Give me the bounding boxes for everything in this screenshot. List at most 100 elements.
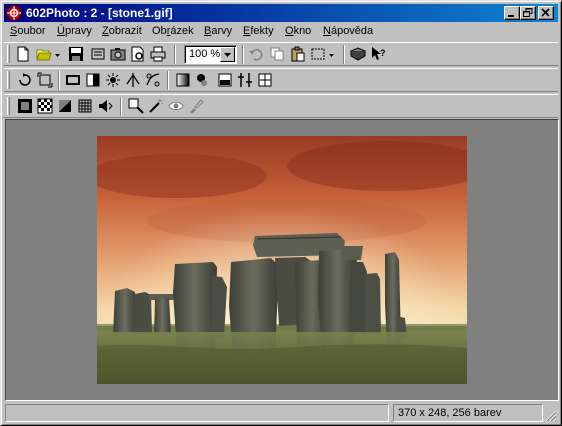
camera-button[interactable] xyxy=(109,46,127,63)
zoom-region-icon xyxy=(128,98,144,114)
zoom-value: 100 % xyxy=(189,48,221,60)
menu-napoveda[interactable]: Nápověda xyxy=(323,25,373,37)
grayscale-button[interactable] xyxy=(174,72,192,89)
red-eye-button[interactable] xyxy=(167,98,185,115)
new-file-icon xyxy=(17,46,29,62)
grid-button[interactable] xyxy=(256,72,274,89)
grid-icon xyxy=(258,73,272,87)
close-button[interactable] xyxy=(538,6,554,20)
copy-button[interactable] xyxy=(268,46,286,63)
image-canvas[interactable] xyxy=(97,136,467,384)
print-preview-icon xyxy=(131,46,144,62)
paste-icon xyxy=(291,46,305,62)
chevron-down-icon xyxy=(224,53,231,57)
image-workspace[interactable] xyxy=(5,119,559,401)
toolbar-grip[interactable] xyxy=(7,97,10,115)
help-cursor-icon: ? xyxy=(372,47,386,60)
texture-grid-icon xyxy=(78,99,92,113)
menu-okno[interactable]: Okno xyxy=(285,25,311,37)
resize-icon xyxy=(37,72,53,88)
select-rect-button[interactable] xyxy=(309,46,327,63)
minimize-button[interactable] xyxy=(504,6,520,20)
menu-upravy[interactable]: Úpravy xyxy=(57,25,92,37)
texture-button[interactable] xyxy=(76,98,94,115)
filmstrip-button[interactable] xyxy=(64,72,82,89)
toolbar-grip[interactable] xyxy=(7,45,10,63)
open-folder-icon xyxy=(36,49,52,61)
color-balance-icon xyxy=(197,74,207,86)
menu-barvy[interactable]: Barvy xyxy=(204,25,232,37)
menu-zobrazit[interactable]: Zobrazit xyxy=(102,25,142,37)
adjust-button[interactable] xyxy=(236,72,254,89)
zoom-select-button[interactable] xyxy=(127,98,145,115)
scan-button[interactable] xyxy=(89,46,107,63)
color-balance-button[interactable] xyxy=(194,72,212,89)
print-preview-button[interactable] xyxy=(129,46,147,63)
contrast-button[interactable] xyxy=(84,72,102,89)
toolbar-separator xyxy=(242,45,244,64)
emboss-button[interactable] xyxy=(56,98,74,115)
menu-label: oubor xyxy=(17,25,46,37)
save-button[interactable] xyxy=(67,46,85,63)
zoom-dropdown-button[interactable] xyxy=(220,47,235,62)
frame-button[interactable] xyxy=(16,98,34,115)
restore-icon xyxy=(523,8,533,17)
new-file-button[interactable] xyxy=(14,46,32,63)
zoom-select[interactable]: 100 % xyxy=(184,45,237,64)
close-icon xyxy=(541,8,550,17)
marquee-select-icon xyxy=(311,48,325,60)
help-pointer-button[interactable]: ? xyxy=(369,46,387,63)
book-button[interactable] xyxy=(349,46,367,63)
sliders-icon xyxy=(238,73,252,87)
speaker-button[interactable] xyxy=(96,98,114,115)
eye-icon xyxy=(168,101,184,111)
toolbar-separator xyxy=(58,71,60,90)
menu-accel: O xyxy=(285,25,294,37)
magic-wand-icon xyxy=(149,99,164,113)
title-bar[interactable]: 602Photo : 2 - [stone1.gif] xyxy=(4,4,558,22)
status-bar: 370 x 248, 256 barev xyxy=(4,403,558,423)
menu-bar: Soubor Úpravy Zobrazit Obrázek Barvy Efe… xyxy=(4,23,558,41)
menu-label: kno xyxy=(293,25,312,37)
copy-icon xyxy=(270,47,284,61)
toolbar-grip[interactable] xyxy=(7,71,10,89)
checker-icon xyxy=(37,98,53,114)
book-icon xyxy=(350,47,366,61)
toolbar-separator xyxy=(174,45,176,64)
sun-brightness-icon xyxy=(106,73,120,87)
paste-button[interactable] xyxy=(289,46,307,63)
menu-accel: Z xyxy=(102,25,109,37)
menu-soubor[interactable]: Soubor xyxy=(10,25,45,37)
curves-button[interactable] xyxy=(144,72,162,89)
menu-accel: Ú xyxy=(57,25,65,37)
menu-efekty[interactable]: Efekty xyxy=(243,25,274,37)
resize-button[interactable] xyxy=(36,72,54,89)
frame-icon xyxy=(18,99,32,113)
open-dropdown-button[interactable] xyxy=(53,46,63,63)
select-dropdown-button[interactable] xyxy=(327,46,337,63)
print-button[interactable] xyxy=(149,46,167,63)
app-logo-icon[interactable] xyxy=(6,5,22,21)
levels-button[interactable] xyxy=(124,72,142,89)
resize-grip-icon[interactable] xyxy=(545,410,557,422)
toolbar-separator xyxy=(343,45,345,64)
status-message xyxy=(5,404,389,422)
menu-obrazek[interactable]: Obrázek xyxy=(152,25,194,37)
magic-wand-button[interactable] xyxy=(147,98,165,115)
effects-toolbar xyxy=(4,94,558,118)
menu-label: fekty xyxy=(250,25,274,37)
restore-button[interactable] xyxy=(520,6,536,20)
histogram-button[interactable] xyxy=(216,72,234,89)
grayscale-icon xyxy=(176,73,190,87)
clone-brush-button[interactable] xyxy=(187,98,205,115)
menu-label: arvy xyxy=(211,25,233,37)
brightness-button[interactable] xyxy=(104,72,122,89)
chevron-down-icon xyxy=(55,54,60,57)
mosaic-button[interactable] xyxy=(36,98,54,115)
camera-icon xyxy=(110,48,126,61)
menu-label: pravy xyxy=(64,25,92,37)
rotate-button[interactable] xyxy=(16,72,34,89)
open-file-button[interactable] xyxy=(35,46,53,63)
undo-button[interactable] xyxy=(247,46,265,63)
histogram-icon xyxy=(218,73,232,87)
